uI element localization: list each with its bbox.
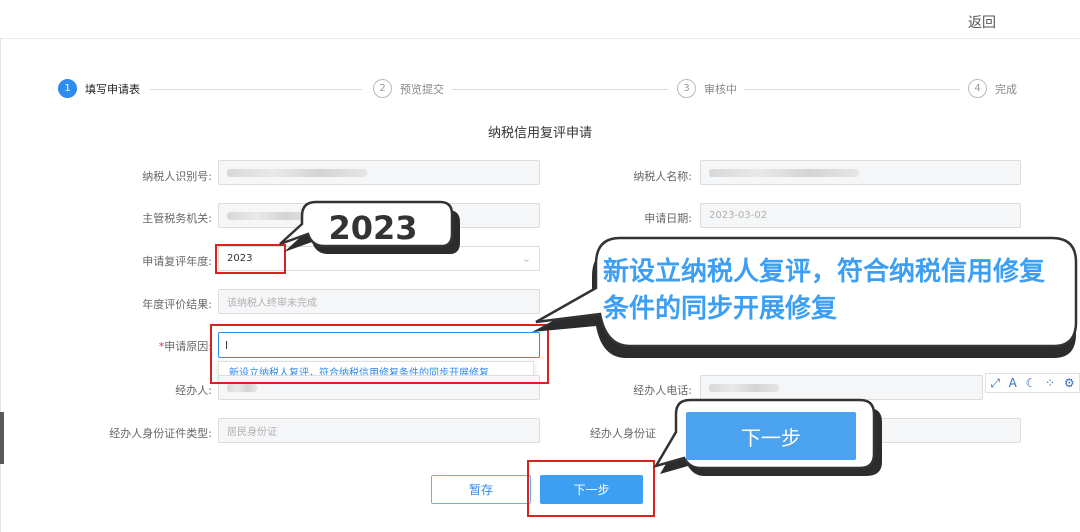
agent-id-type-field: 居民身份证 xyxy=(218,418,540,443)
moon-icon[interactable]: ☾ xyxy=(1026,376,1037,390)
expand-icon[interactable]: ⤢ xyxy=(990,376,1000,391)
step-complete: 4 完成 xyxy=(968,79,1017,98)
callout-next-button-image: 下一步 xyxy=(686,412,856,460)
step-connector xyxy=(150,89,362,90)
step-number: 3 xyxy=(677,79,696,98)
highlight-year xyxy=(215,244,286,274)
step-number: 1 xyxy=(58,79,77,98)
callout-reason-text: 新设立纳税人复评，符合纳税信用修复条件的同步开展修复 xyxy=(603,257,1046,324)
tax-authority-label: 主管税务机关: xyxy=(142,212,212,225)
header-divider xyxy=(0,38,1080,39)
font-icon[interactable]: A xyxy=(1009,376,1017,390)
callout-year-text: 2023 xyxy=(328,209,418,247)
step-connector xyxy=(452,89,668,90)
agent-id-no-label: 经办人身份证 xyxy=(590,427,656,440)
top-bar: 返回 xyxy=(0,0,1080,38)
eval-result-field: 该纳税人终审未完成 xyxy=(218,289,540,314)
eval-result-label: 年度评价结果: xyxy=(142,298,212,311)
step-label: 完成 xyxy=(995,82,1017,96)
redacted-value xyxy=(227,383,257,392)
side-collapse-handle[interactable] xyxy=(0,412,4,464)
taxpayer-id-label: 纳税人识别号: xyxy=(142,170,212,183)
gear-icon[interactable]: ⚙ xyxy=(1064,376,1075,390)
redacted-value xyxy=(709,168,859,177)
agent-phone-label: 经办人电话: xyxy=(633,384,692,397)
taxpayer-name-label: 纳税人名称: xyxy=(633,170,692,183)
step-label: 审核中 xyxy=(704,82,737,96)
form-title: 纳税信用复评申请 xyxy=(487,126,592,141)
reason-label: *申请原因: xyxy=(158,340,212,353)
agent-phone-field xyxy=(700,375,983,400)
apply-date-field: 2023-03-02 xyxy=(700,203,1021,228)
chevron-down-icon: ⌄ xyxy=(521,252,531,265)
floating-toolbar: ⤢ A ☾ ⁘ ⚙ xyxy=(985,373,1080,393)
redacted-value xyxy=(227,168,367,177)
agent-id-type-label: 经办人身份证件类型: xyxy=(109,427,212,440)
agent-label: 经办人: xyxy=(175,384,212,397)
redacted-value xyxy=(709,383,779,392)
highlight-reason xyxy=(210,324,549,384)
step-label: 填写申请表 xyxy=(85,82,140,96)
save-draft-button[interactable]: 暂存 xyxy=(431,475,531,504)
paint-icon[interactable]: ⁘ xyxy=(1045,376,1055,390)
step-preview-submit: 2 预览提交 xyxy=(373,79,444,98)
step-number: 4 xyxy=(968,79,987,98)
step-connector xyxy=(744,89,960,90)
taxpayer-name-field xyxy=(700,160,1021,185)
taxpayer-id-field xyxy=(218,160,540,185)
agent-id-no-field xyxy=(858,418,1021,443)
review-year-label: 申请复评年度: xyxy=(142,255,212,268)
step-fill-form: 1 填写申请表 xyxy=(58,79,140,98)
highlight-next-button xyxy=(527,460,655,517)
step-label: 预览提交 xyxy=(400,82,444,96)
step-number: 2 xyxy=(373,79,392,98)
apply-date-label: 申请日期: xyxy=(644,212,692,225)
step-reviewing: 3 审核中 xyxy=(677,79,737,98)
back-link[interactable]: 返回 xyxy=(968,12,996,32)
